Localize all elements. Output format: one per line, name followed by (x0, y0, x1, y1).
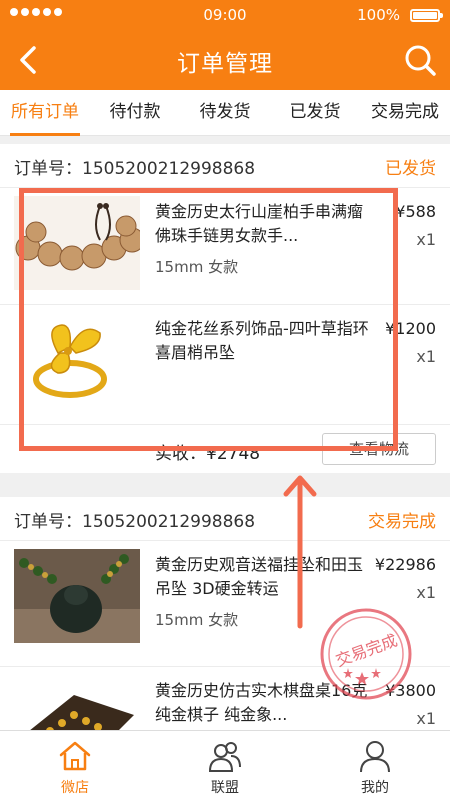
divider (0, 473, 450, 497)
battery-icon (410, 9, 443, 22)
order-card: 订单号：1505200212998868 已发货 黄金历史太行山崖柏手串满瘤佛珠… (0, 144, 450, 473)
order-card: 订单号：1505200212998868 交易完成 黄金历史观音送福挂坠和田玉吊… (0, 497, 450, 767)
order-item[interactable]: 黄金历史观音送福挂坠和田玉吊坠 3D硬金转运 15mm 女款 ¥22986 x1 (0, 541, 450, 667)
search-icon[interactable] (402, 42, 438, 78)
product-image-jade-pendant (14, 549, 140, 643)
tab-pending-payment[interactable]: 待付款 (90, 90, 180, 135)
order-status: 已发货 (385, 159, 436, 179)
product-spec: 15mm 女款 (155, 258, 239, 276)
battery-percent: 100% (357, 6, 400, 24)
users-icon (208, 742, 241, 772)
order-tabs: 所有订单 待付款 待发货 已发货 交易完成 (0, 90, 450, 136)
person-icon (360, 741, 390, 773)
product-name: 纯金花丝系列饰品-四叶草指环喜眉梢吊坠 (155, 319, 369, 362)
product-name: 黄金历史太行山崖柏手串满瘤佛珠手链男女款手... (155, 202, 364, 245)
order-total: 实收：¥2748 (155, 444, 261, 464)
product-spec: 15mm 女款 (155, 611, 239, 629)
tab-pending-shipment[interactable]: 待发货 (180, 90, 270, 135)
product-quantity: x1 (416, 709, 436, 728)
order-number: 订单号：1505200212998868 (14, 159, 256, 179)
tabbar-label: 联盟 (211, 780, 239, 796)
product-quantity: x1 (416, 230, 436, 249)
home-icon (59, 741, 91, 771)
order-item[interactable]: 黄金历史太行山崖柏手串满瘤佛珠手链男女款手... 15mm 女款 ¥588 x1 (0, 188, 450, 305)
product-quantity: x1 (416, 347, 436, 366)
tab-shipped[interactable]: 已发货 (270, 90, 360, 135)
product-price: ¥22986 (374, 555, 436, 574)
view-logistics-button[interactable]: 查看物流 (322, 433, 436, 465)
tabbar-item-mine[interactable]: 我的 (300, 731, 450, 800)
product-image-bracelet (14, 196, 140, 290)
product-price: ¥1200 (385, 319, 436, 338)
product-name: 黄金历史仿古实木棋盘桌16克纯金棋子 纯金象... (155, 681, 368, 724)
status-bar: 09:00 100% (0, 0, 450, 30)
product-price: ¥588 (395, 202, 436, 221)
order-number: 订单号：1505200212998868 (14, 512, 256, 532)
order-status: 交易完成 (368, 512, 436, 532)
product-image-ring (14, 313, 140, 407)
tab-completed[interactable]: 交易完成 (360, 90, 450, 135)
tab-all-orders[interactable]: 所有订单 (0, 90, 90, 136)
bottom-tab-bar: 微店 联盟 我的 (0, 730, 450, 800)
product-price: ¥3800 (385, 681, 436, 700)
tabbar-label: 我的 (361, 780, 389, 796)
nav-bar: 订单管理 (0, 30, 450, 90)
tabbar-item-alliance[interactable]: 联盟 (150, 731, 300, 800)
page-title: 订单管理 (177, 51, 273, 77)
tabbar-item-shop[interactable]: 微店 (0, 731, 150, 800)
tabbar-label: 微店 (61, 780, 89, 796)
divider (0, 136, 450, 144)
product-quantity: x1 (416, 583, 436, 602)
product-name: 黄金历史观音送福挂坠和田玉吊坠 3D硬金转运 (155, 555, 364, 598)
order-item[interactable]: 纯金花丝系列饰品-四叶草指环喜眉梢吊坠 ¥1200 x1 (0, 305, 450, 425)
